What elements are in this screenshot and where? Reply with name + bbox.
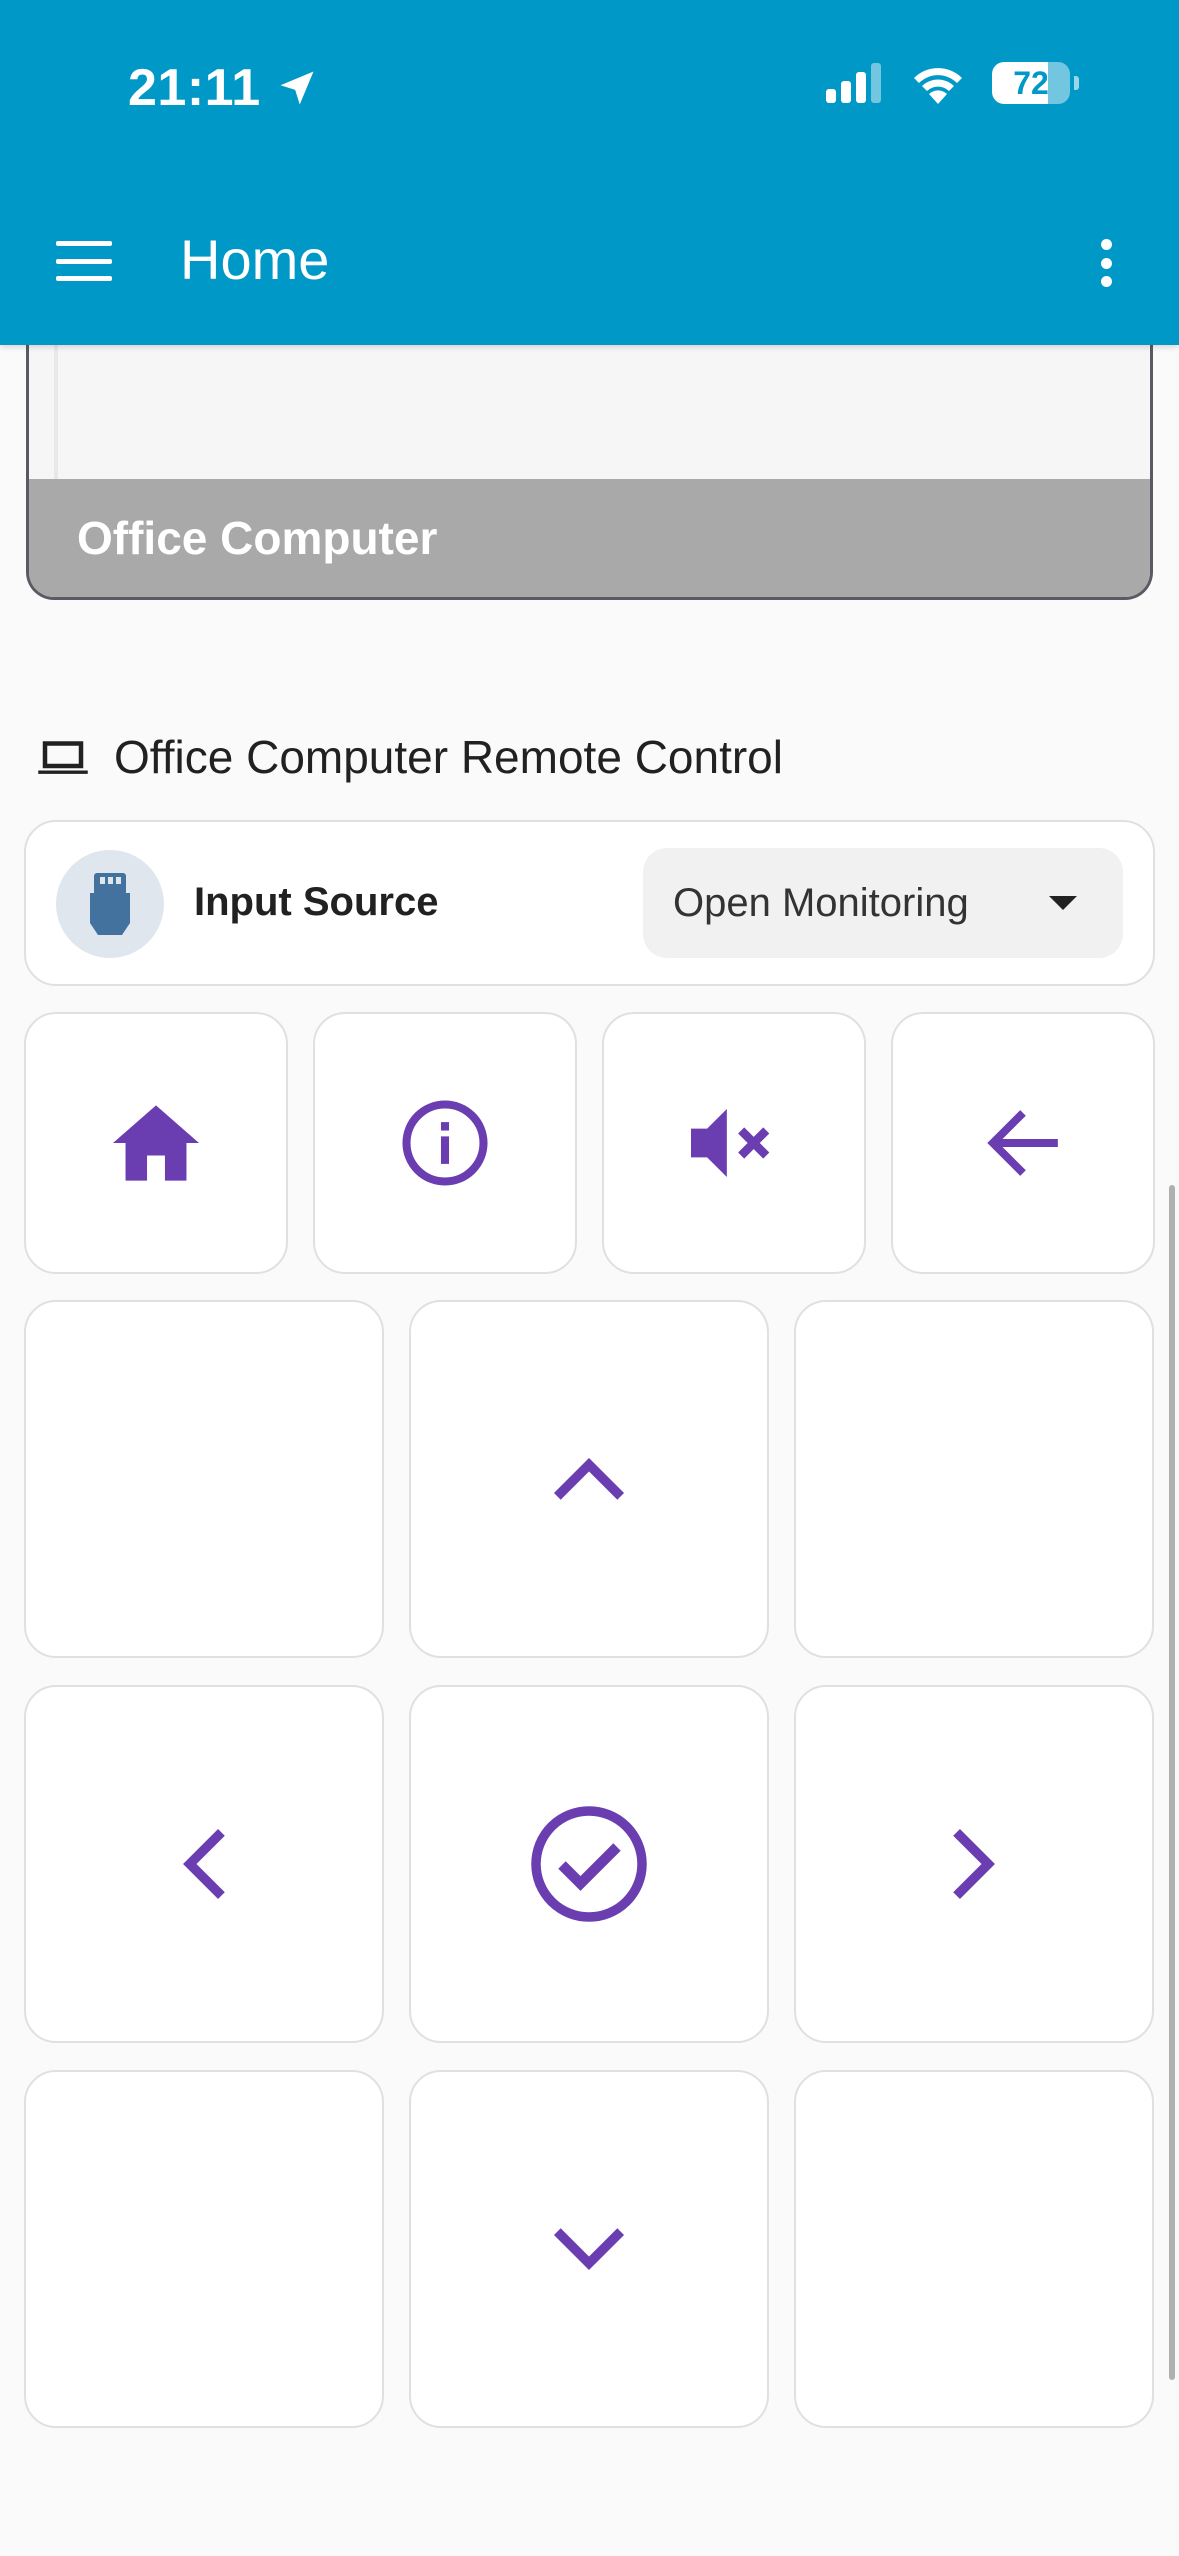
remote-section-title: Office Computer Remote Control bbox=[36, 730, 783, 784]
scrollbar[interactable] bbox=[1169, 1185, 1175, 2380]
camera-caption: Office Computer bbox=[29, 479, 1150, 597]
down-button[interactable] bbox=[409, 2070, 769, 2428]
arrow-back-icon bbox=[987, 1110, 1058, 1176]
chevron-up-icon bbox=[553, 1458, 625, 1500]
check-circle-icon bbox=[531, 1806, 647, 1922]
input-source-card: Input Source Open Monitoring bbox=[24, 820, 1155, 986]
home-icon bbox=[113, 1105, 199, 1181]
status-time-text: 21:11 bbox=[128, 59, 261, 117]
wifi-icon bbox=[914, 68, 962, 104]
info-button[interactable] bbox=[313, 1012, 577, 1274]
laptop-icon bbox=[38, 741, 88, 774]
volume-mute-icon bbox=[691, 1108, 770, 1178]
up-button[interactable] bbox=[409, 1300, 769, 1658]
hamburger-menu-icon[interactable] bbox=[48, 233, 120, 289]
input-source-selected: Open Monitoring bbox=[673, 880, 969, 925]
dropdown-caret-icon bbox=[1049, 896, 1077, 910]
battery-nub bbox=[1074, 76, 1079, 90]
input-source-label: Input Source bbox=[194, 880, 439, 924]
remote-section-title-text: Office Computer Remote Control bbox=[114, 731, 783, 783]
status-time: 21:11 bbox=[128, 58, 319, 118]
hdmi-port-icon bbox=[56, 850, 164, 958]
cellular-signal-icon bbox=[826, 63, 881, 103]
dpad-empty-bottom-left bbox=[24, 2070, 384, 2428]
right-button[interactable] bbox=[794, 1685, 1154, 2043]
back-button[interactable] bbox=[891, 1012, 1155, 1274]
location-arrow-icon bbox=[280, 71, 314, 105]
dpad-empty-bottom-right bbox=[794, 2070, 1154, 2428]
status-indicators: 72 bbox=[826, 62, 1079, 104]
select-button[interactable] bbox=[409, 1685, 769, 2043]
app-header: 21:11 72 Home bbox=[0, 0, 1179, 345]
battery-icon: 72 bbox=[992, 62, 1070, 104]
page-title: Home bbox=[180, 228, 330, 291]
left-button[interactable] bbox=[24, 1685, 384, 2043]
input-source-select[interactable]: Open Monitoring bbox=[643, 848, 1123, 958]
toolbar: Home bbox=[0, 205, 1179, 315]
home-button[interactable] bbox=[24, 1012, 288, 1274]
battery-percent: 72 bbox=[1013, 65, 1049, 101]
chevron-left-icon bbox=[183, 1828, 225, 1900]
chevron-down-icon bbox=[553, 2228, 625, 2270]
dpad-empty-top-left bbox=[24, 1300, 384, 1658]
info-icon bbox=[402, 1100, 488, 1186]
dpad-empty-top-right bbox=[794, 1300, 1154, 1658]
camera-card[interactable]: Office Computer bbox=[26, 300, 1153, 600]
chevron-right-icon bbox=[953, 1828, 995, 1900]
more-options-icon[interactable] bbox=[1081, 233, 1131, 293]
mute-button[interactable] bbox=[602, 1012, 866, 1274]
